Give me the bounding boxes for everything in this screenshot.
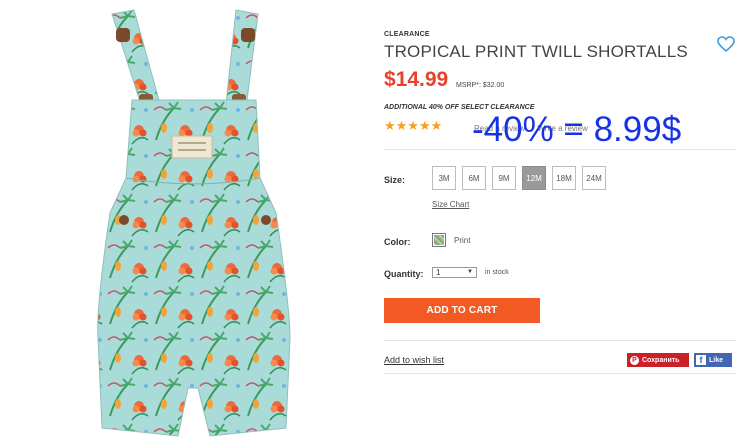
divider (384, 373, 736, 374)
add-to-wishlist-link[interactable]: Add to wish list (384, 355, 444, 365)
clearance-badge: CLEARANCE (384, 31, 430, 38)
facebook-label: Like (709, 356, 724, 364)
facebook-like-button[interactable]: f Like (694, 353, 732, 367)
heart-icon[interactable] (716, 35, 736, 53)
color-swatch-print[interactable] (432, 233, 446, 247)
color-name: Print (454, 236, 471, 245)
size-options: 3M 6M 9M 12M 18M 24M (432, 166, 606, 190)
size-option-24m[interactable]: 24M (582, 166, 606, 190)
divider (384, 340, 736, 341)
pinterest-label: Сохранить (642, 356, 680, 364)
pinterest-icon: P (630, 355, 639, 365)
product-image (97, 9, 291, 437)
size-option-6m[interactable]: 6M (462, 166, 486, 190)
msrp-price: MSRP*: $32.00 (456, 82, 505, 89)
stock-status: in stock (485, 269, 509, 276)
size-label: Size: (384, 175, 406, 185)
quantity-label: Quantity: (384, 269, 424, 279)
discount-annotation: -40% = 8.99$ (472, 110, 682, 149)
facebook-icon: f (696, 355, 706, 365)
chevron-down-icon: ▼ (467, 269, 473, 275)
quantity-value: 1 (436, 268, 441, 277)
size-option-9m[interactable]: 9M (492, 166, 516, 190)
pinterest-save-button[interactable]: P Сохранить (627, 353, 689, 367)
product-detail-panel: CLEARANCE TROPICAL PRINT TWILL SHORTALLS… (384, 0, 736, 441)
size-chart-link[interactable]: Size Chart (432, 200, 469, 209)
color-label: Color: (384, 237, 411, 247)
product-title: TROPICAL PRINT TWILL SHORTALLS (384, 42, 688, 61)
quantity-select[interactable]: 1 ▼ (432, 267, 477, 278)
size-option-18m[interactable]: 18M (552, 166, 576, 190)
add-to-cart-button[interactable]: ADD TO CART (384, 298, 540, 323)
divider (384, 149, 736, 150)
size-option-12m[interactable]: 12M (522, 166, 546, 190)
rating-stars: ★★★★★ (384, 118, 443, 133)
size-option-3m[interactable]: 3M (432, 166, 456, 190)
product-price: $14.99 (384, 68, 449, 91)
